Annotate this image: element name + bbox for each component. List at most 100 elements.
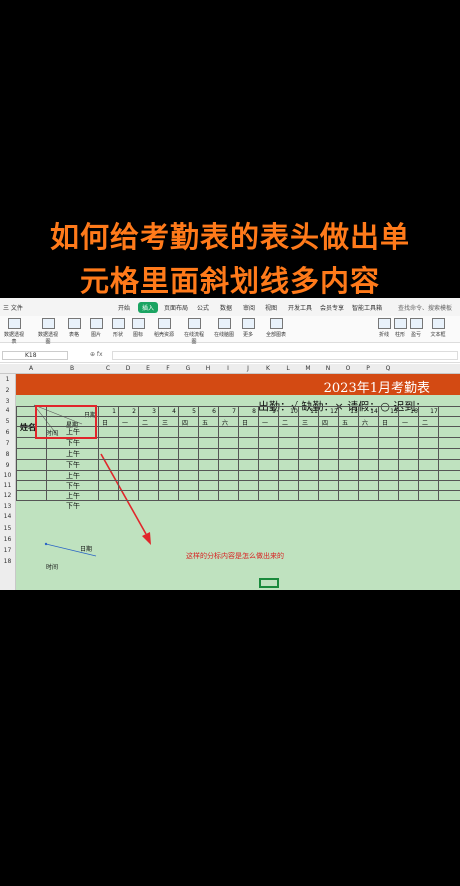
grid-vline (118, 406, 119, 500)
tab-review[interactable]: 审阅 (243, 303, 255, 312)
tab-page-layout[interactable]: 页面布局 (164, 303, 188, 312)
am-pm-cell[interactable]: 上午 (64, 491, 82, 501)
formula-input[interactable] (112, 351, 458, 360)
selected-cell-k18[interactable] (259, 578, 279, 588)
weekday-cell[interactable]: 日 (240, 418, 250, 427)
day-number-cell[interactable]: 1 (110, 408, 118, 415)
weekday-cell[interactable]: 五 (200, 418, 210, 427)
day-number-cell[interactable]: 17 (430, 408, 438, 415)
flowchart-icon (187, 318, 201, 329)
name-box[interactable]: K18 (2, 351, 68, 360)
grid-vline (218, 406, 219, 500)
weekday-cell[interactable]: 四 (320, 418, 330, 427)
weekday-cell[interactable]: 四 (180, 418, 190, 427)
grid-vline (378, 406, 379, 500)
day-number-cell[interactable]: 16 (410, 408, 418, 415)
tab-formula[interactable]: 公式 (197, 303, 209, 312)
day-number-cell[interactable]: 2 (130, 408, 138, 415)
day-number-cell[interactable]: 9 (270, 408, 278, 415)
textbox-icon (431, 318, 445, 329)
day-number-cell[interactable]: 3 (150, 408, 158, 415)
example-label-time: 时间 (46, 564, 59, 571)
grid-vline (238, 406, 239, 500)
docer-resources-button[interactable]: 稻壳资源 (152, 318, 176, 338)
more-button[interactable]: 更多 (236, 318, 260, 338)
pivot-chart-button[interactable]: 数据透视图 (36, 318, 60, 345)
red-arrow-line (100, 453, 147, 535)
am-pm-cell[interactable]: 下午 (64, 438, 82, 448)
tab-insert[interactable]: 插入 (138, 302, 159, 313)
mindmap-icon (217, 318, 231, 329)
tab-start[interactable]: 开始 (118, 303, 130, 312)
overlay-title-line-2: 元格里面斜划线多内容 (79, 264, 380, 298)
tab-smart-tools[interactable]: 智能工具箱 (352, 303, 382, 312)
am-pm-cell[interactable]: 下午 (64, 460, 82, 470)
picture-button[interactable]: 图片 (84, 318, 108, 338)
am-pm-cell[interactable]: 上午 (64, 449, 82, 459)
name-header: 姓名 (20, 423, 36, 432)
day-number-cell[interactable]: 5 (190, 408, 198, 415)
textbox-button[interactable]: 文本框 (426, 318, 450, 338)
icons-icon (131, 318, 145, 329)
am-pm-cell[interactable]: 上午 (64, 471, 82, 481)
winloss-sparkline-button[interactable]: 盈亏 (404, 318, 428, 338)
tab-member[interactable]: 会员专享 (320, 303, 344, 312)
weekday-cell[interactable]: 五 (340, 418, 350, 427)
day-number-cell[interactable]: 4 (170, 408, 178, 415)
grid-vline (338, 406, 339, 500)
file-menu[interactable]: 三 文件 (3, 303, 23, 312)
tab-data[interactable]: 数据 (220, 303, 232, 312)
weekday-cell[interactable]: 一 (120, 418, 130, 427)
grid-vline (158, 406, 159, 500)
grid-vline (358, 406, 359, 500)
flowchart-button[interactable]: 在线流程图 (182, 318, 206, 345)
search-command[interactable]: 查找命令、搜索模板 (398, 303, 452, 312)
weekday-cell[interactable]: 日 (100, 418, 110, 427)
grid-vline (98, 406, 99, 500)
icons-button[interactable]: 图标 (126, 318, 150, 338)
grid-vline (318, 406, 319, 500)
am-pm-cell[interactable]: 下午 (64, 501, 82, 511)
day-number-cell[interactable]: 13 (350, 408, 358, 415)
weekday-cell[interactable]: 日 (380, 418, 390, 427)
day-number-cell[interactable]: 8 (250, 408, 258, 415)
weekday-cell[interactable]: 一 (260, 418, 270, 427)
red-arrow-head (142, 532, 151, 545)
pivot-table-button[interactable]: 数据透视表 (2, 318, 26, 345)
grid-vline (258, 406, 259, 500)
pivot-chart-icon (41, 318, 55, 329)
weekday-cell[interactable]: 三 (300, 418, 310, 427)
example-line-handle[interactable] (44, 542, 48, 546)
weekday-cell[interactable]: 三 (160, 418, 170, 427)
weekday-cell[interactable]: 六 (360, 418, 370, 427)
tab-view[interactable]: 视图 (265, 303, 277, 312)
shape-icon (111, 318, 125, 329)
chart-icon (269, 318, 283, 329)
highlight-box (35, 405, 97, 439)
am-pm-cell[interactable]: 下午 (64, 481, 82, 491)
day-number-cell[interactable]: 7 (230, 408, 238, 415)
spreadsheet-app: 三 文件 开始 插入 页面布局 公式 数据 审阅 视图 开发工具 会员专享 智能… (0, 298, 460, 590)
formula-icons[interactable]: ⊕ fx (90, 351, 103, 358)
more-icon (241, 318, 255, 329)
day-number-cell[interactable]: 12 (330, 408, 338, 415)
day-number-cell[interactable]: 11 (310, 408, 318, 415)
table-button[interactable]: 表格 (62, 318, 86, 338)
day-number-cell[interactable]: 15 (390, 408, 398, 415)
day-number-cell[interactable]: 6 (210, 408, 218, 415)
weekday-cell[interactable]: 二 (280, 418, 290, 427)
weekday-cell[interactable]: 六 (220, 418, 230, 427)
resources-icon (157, 318, 171, 329)
day-number-cell[interactable]: 10 (290, 408, 298, 415)
annotation-text: 这样的分标内容是怎么做出来的 (186, 552, 284, 560)
grid-vline (398, 406, 399, 500)
weekday-cell[interactable]: 二 (420, 418, 430, 427)
overlay-title-line-1: 如何给考勤表的表头做出单 (49, 220, 410, 254)
mindmap-button[interactable]: 在线脑图 (212, 318, 236, 338)
grid-vline (278, 406, 279, 500)
weekday-cell[interactable]: 一 (400, 418, 410, 427)
all-charts-button[interactable]: 全部图表 (264, 318, 288, 338)
weekday-cell[interactable]: 二 (140, 418, 150, 427)
tab-developer[interactable]: 开发工具 (288, 303, 312, 312)
day-number-cell[interactable]: 14 (370, 408, 378, 415)
